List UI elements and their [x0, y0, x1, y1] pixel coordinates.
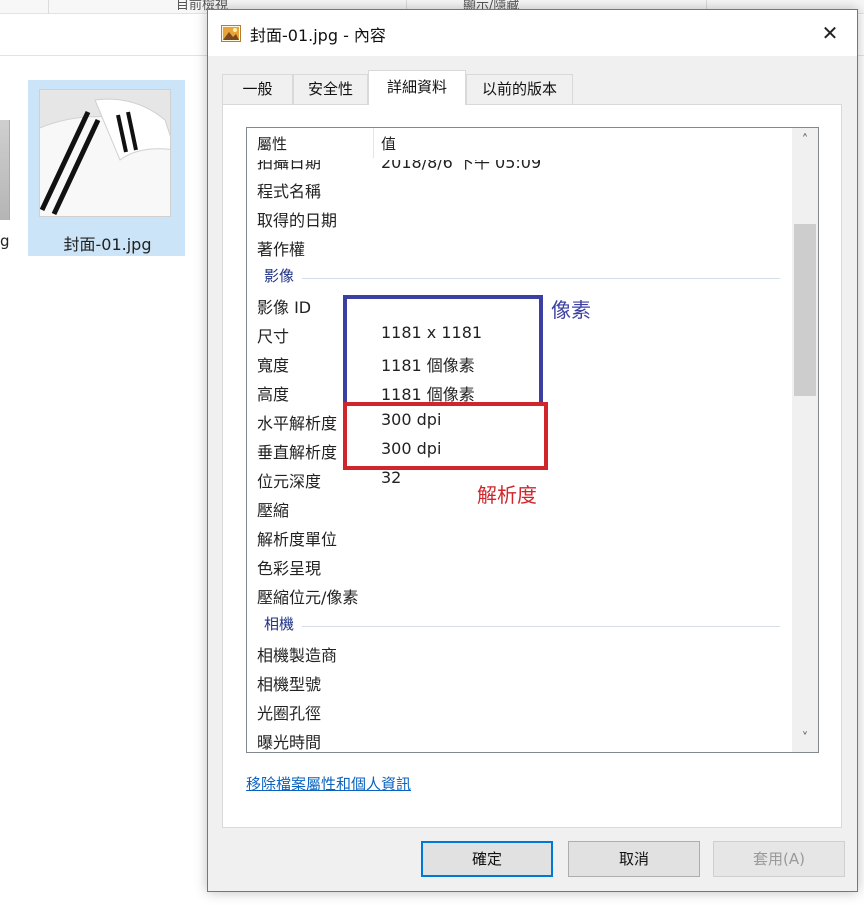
property-row[interactable]: 寬度 1181 個像素: [247, 349, 792, 378]
tab-security[interactable]: 安全性: [293, 74, 368, 104]
property-name: 光圈孔徑: [257, 704, 322, 723]
group-title: 相機: [264, 615, 295, 633]
property-row[interactable]: 光圈孔徑: [247, 697, 792, 726]
property-name: 相機型號: [257, 675, 322, 694]
property-row[interactable]: 相機型號: [247, 668, 792, 697]
scroll-down-button[interactable]: ˅: [792, 726, 818, 752]
header-value[interactable]: 值: [381, 133, 396, 154]
ribbon-divider: [48, 0, 49, 14]
title-bar[interactable]: 封面-01.jpg - 內容 ✕: [208, 10, 857, 56]
close-button[interactable]: ✕: [808, 14, 852, 52]
group-header: 影像: [247, 262, 792, 291]
group-divider: [302, 626, 780, 627]
property-row[interactable]: 水平解析度 300 dpi: [247, 407, 792, 436]
tab-details[interactable]: 詳細資料: [368, 70, 466, 105]
property-value: 1181 個像素: [381, 356, 475, 375]
image-thumbnail: [39, 89, 171, 217]
property-name: 高度: [257, 385, 290, 404]
dialog-title: 封面-01.jpg - 內容: [250, 26, 386, 45]
property-name: 程式名稱: [257, 182, 322, 201]
property-name: 色彩呈現: [257, 559, 322, 578]
property-name: 曝光時間: [257, 733, 322, 752]
property-row[interactable]: 相機製造商: [247, 639, 792, 668]
property-name: 相機製造商: [257, 646, 338, 665]
property-name: 壓縮: [257, 501, 290, 520]
property-row[interactable]: 程式名稱: [247, 175, 792, 204]
vertical-scrollbar[interactable]: ˄ ˅: [792, 128, 818, 752]
chevron-down-icon: ˅: [801, 731, 809, 746]
property-row[interactable]: 曝光時間: [247, 726, 792, 752]
header-property[interactable]: 屬性: [257, 133, 287, 154]
group-divider: [302, 278, 780, 279]
property-list[interactable]: 屬性 值 拍攝日期 2018/8/6 下午 05:09 程式名稱取得的日期著作權影像…: [246, 127, 819, 753]
cancel-button[interactable]: 取消: [568, 841, 700, 877]
property-row[interactable]: 取得的日期: [247, 204, 792, 233]
property-row[interactable]: 色彩呈現: [247, 552, 792, 581]
resolution-annotation-label: 解析度: [477, 483, 537, 507]
apply-button[interactable]: 套用(A): [713, 841, 845, 877]
property-name: 著作權: [257, 240, 306, 259]
group-header: 相機: [247, 610, 792, 639]
property-value: 300 dpi: [381, 439, 442, 458]
close-icon: ✕: [821, 21, 839, 45]
group-title: 影像: [264, 267, 295, 285]
file-name-label[interactable]: 封面-01.jpg: [29, 231, 186, 255]
chevron-up-icon: ˄: [801, 133, 809, 148]
tab-previous-versions[interactable]: 以前的版本: [466, 74, 573, 104]
partial-file-thumbnail[interactable]: [0, 120, 10, 220]
scroll-thumb[interactable]: [794, 224, 816, 396]
property-name: 壓縮位元/像素: [257, 588, 359, 607]
details-panel: 屬性 值 拍攝日期 2018/8/6 下午 05:09 程式名稱取得的日期著作權影像…: [222, 104, 842, 828]
property-rows: 拍攝日期 2018/8/6 下午 05:09 程式名稱取得的日期著作權影像影像 ID…: [247, 160, 792, 752]
property-name: 拍攝日期: [257, 160, 322, 172]
property-value: 1181 個像素: [381, 385, 475, 404]
property-row[interactable]: 著作權: [247, 233, 792, 262]
file-item-selected[interactable]: 封面-01.jpg: [28, 80, 185, 256]
property-row[interactable]: 影像 ID: [247, 291, 792, 320]
properties-dialog: 封面-01.jpg - 內容 ✕ 一般 安全性 詳細資料 以前的版本 屬性 值 …: [207, 9, 858, 892]
property-row[interactable]: 高度 1181 個像素: [247, 378, 792, 407]
property-value: 1181 x 1181: [381, 323, 483, 342]
header-divider[interactable]: [373, 128, 374, 158]
property-value: 2018/8/6 下午 05:09: [381, 160, 542, 172]
property-row[interactable]: 垂直解析度 300 dpi: [247, 436, 792, 465]
scroll-up-button[interactable]: ˄: [792, 128, 818, 154]
property-name: 寬度: [257, 356, 290, 375]
property-value: 300 dpi: [381, 410, 442, 429]
shirt-photo-icon: [40, 90, 170, 216]
property-name: 解析度單位: [257, 530, 338, 549]
property-row[interactable]: 壓縮位元/像素: [247, 581, 792, 610]
ok-button[interactable]: 確定: [421, 841, 553, 877]
property-name: 水平解析度: [257, 414, 338, 433]
partial-file-label[interactable]: g: [0, 232, 10, 250]
tab-general[interactable]: 一般: [222, 74, 293, 104]
property-name: 取得的日期: [257, 211, 338, 230]
remove-properties-link[interactable]: 移除檔案屬性和個人資訊: [246, 773, 411, 794]
property-row[interactable]: 尺寸 1181 x 1181: [247, 320, 792, 349]
list-header: 屬性 值: [247, 128, 792, 160]
property-row[interactable]: 拍攝日期 2018/8/6 下午 05:09: [247, 160, 792, 175]
property-name: 影像 ID: [257, 298, 312, 317]
property-name: 尺寸: [257, 327, 290, 346]
pixels-annotation-label: 像素: [551, 298, 591, 322]
property-value: 32: [381, 468, 402, 487]
image-file-icon: [221, 25, 241, 42]
property-row[interactable]: 解析度單位: [247, 523, 792, 552]
property-name: 垂直解析度: [257, 443, 338, 462]
property-name: 位元深度: [257, 472, 322, 491]
